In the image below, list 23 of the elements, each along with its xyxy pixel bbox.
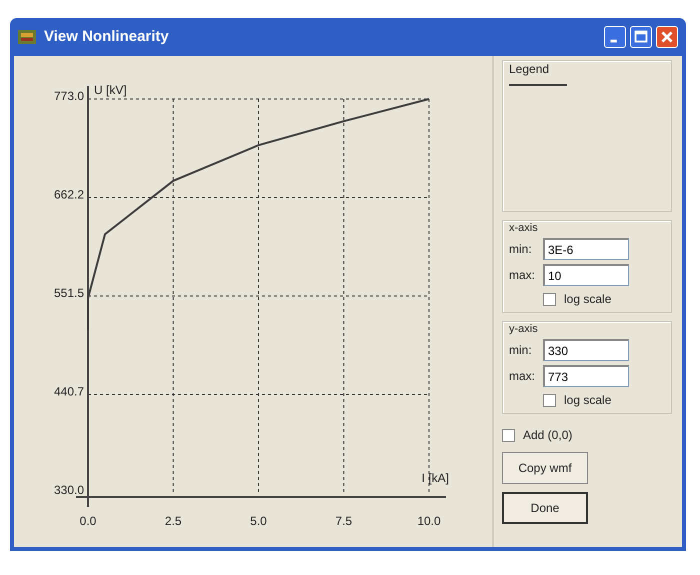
x-tick-label: 10.0 [417, 514, 441, 528]
x-tick-label: 7.5 [335, 514, 352, 528]
field-label: max: [509, 368, 536, 385]
checkbox-label: log scale [564, 291, 612, 308]
legend-title: Legend [509, 63, 550, 75]
x-axis-title: I [kA] [422, 471, 449, 485]
group-title: y-axis [509, 324, 539, 335]
y-tick-label: 551.5 [54, 286, 84, 300]
x-tick-label: 5.0 [250, 514, 267, 528]
y-tick-label: 773.0 [54, 89, 84, 103]
window-title: View Nonlinearity [44, 26, 169, 47]
x-tick-label: 0.0 [80, 514, 96, 528]
y-tick-label: 440.7 [54, 384, 84, 399]
group-title: x-axis [509, 223, 539, 234]
checkbox-label: log scale [564, 392, 612, 409]
y-tick-label: 330.0 [54, 483, 84, 497]
field-label: max: [509, 267, 536, 284]
y-axis-title: U [kV] [94, 83, 127, 97]
y-tick-label: 662.2 [54, 188, 84, 202]
x-tick-label: 2.5 [164, 514, 182, 528]
field-label: min: [509, 241, 533, 258]
field-label: min: [509, 342, 533, 359]
checkbox-label: Add (0,0) [523, 427, 572, 444]
